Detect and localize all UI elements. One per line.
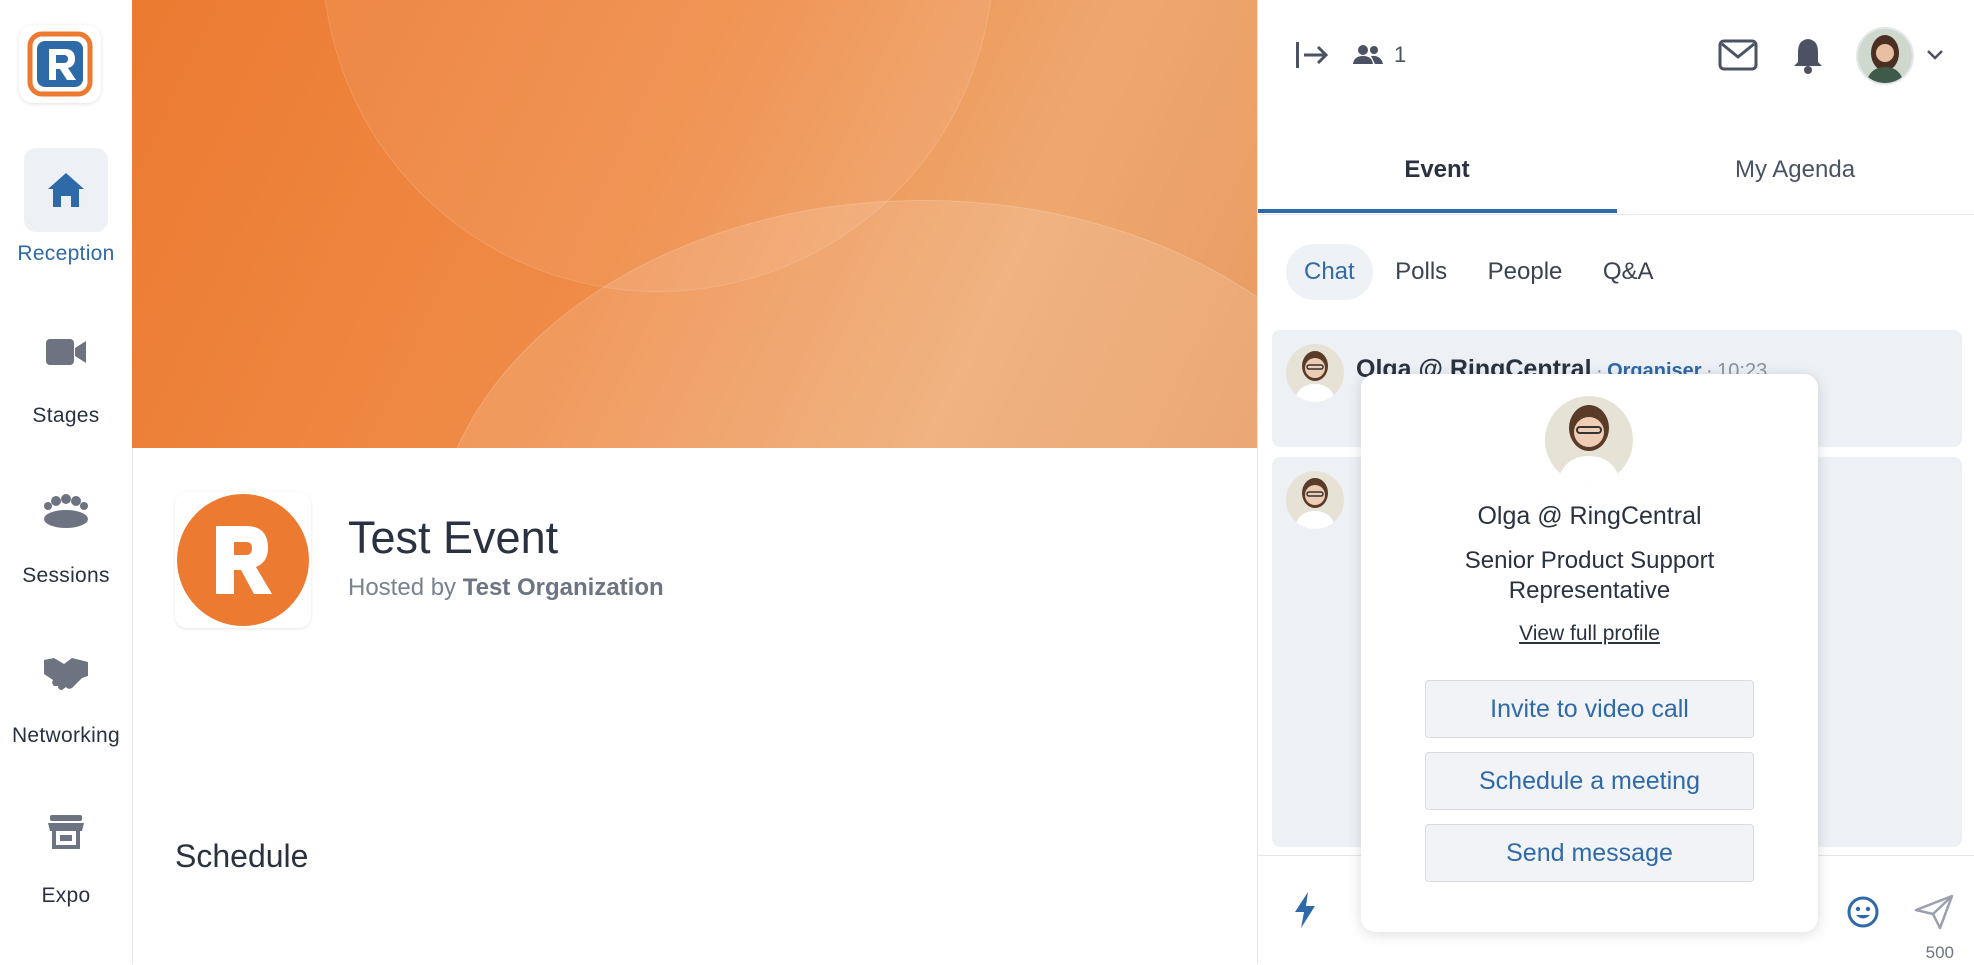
- left-navigation: Reception Stages Sessions Networking Exp…: [0, 0, 133, 964]
- invite-video-call-button[interactable]: Invite to video call: [1425, 680, 1754, 738]
- group-icon: [24, 470, 108, 554]
- send-message-button[interactable]: Send message: [1425, 824, 1754, 882]
- nav-label: Reception: [17, 242, 115, 265]
- schedule-meeting-button[interactable]: Schedule a meeting: [1425, 752, 1754, 810]
- tab-qa[interactable]: Q&A: [1585, 244, 1672, 300]
- user-avatar[interactable]: [1856, 27, 1914, 85]
- tab-my-agenda[interactable]: My Agenda: [1616, 140, 1974, 214]
- nav-item-networking[interactable]: Networking: [0, 630, 132, 748]
- nav-item-reception[interactable]: Reception: [0, 148, 132, 266]
- lightning-icon[interactable]: [1292, 890, 1318, 935]
- send-icon[interactable]: [1914, 894, 1954, 935]
- nav-label: Expo: [41, 884, 91, 907]
- nav-item-stages[interactable]: Stages: [0, 310, 132, 428]
- notifications-bell-icon[interactable]: [1792, 36, 1824, 79]
- hosted-prefix: Hosted by: [348, 574, 457, 601]
- attendee-count: 1: [1394, 42, 1407, 67]
- event-title: Test Event: [348, 512, 559, 563]
- schedule-heading: Schedule: [175, 838, 309, 874]
- mail-icon[interactable]: [1718, 38, 1758, 77]
- profile-avatar: [1545, 396, 1633, 484]
- video-camera-icon: [24, 310, 108, 394]
- home-icon: [24, 148, 108, 232]
- organization-logo: [175, 492, 311, 628]
- app-logo[interactable]: [19, 25, 101, 103]
- tab-polls[interactable]: Polls: [1377, 244, 1465, 300]
- nav-item-sessions[interactable]: Sessions: [0, 470, 132, 588]
- sub-tabs: Chat Polls People Q&A: [1286, 244, 1672, 300]
- nav-item-expo[interactable]: Expo: [0, 790, 132, 908]
- profile-name: Olga @ RingCentral: [1477, 502, 1702, 530]
- emoji-icon[interactable]: [1846, 895, 1880, 934]
- message-author-avatar[interactable]: [1286, 344, 1344, 402]
- tab-event[interactable]: Event: [1258, 140, 1616, 214]
- nav-label: Sessions: [22, 564, 110, 587]
- organization-name[interactable]: Test Organization: [463, 574, 664, 601]
- main-tabs: Event My Agenda: [1258, 140, 1974, 215]
- message-author-avatar[interactable]: [1286, 471, 1344, 529]
- nav-label: Stages: [32, 404, 100, 427]
- event-banner: [132, 0, 1257, 448]
- attendees-icon[interactable]: [1353, 44, 1383, 71]
- collapse-panel-icon[interactable]: [1294, 40, 1330, 75]
- profile-job-title: Senior Product Support Representative: [1464, 547, 1715, 604]
- tab-people[interactable]: People: [1470, 244, 1581, 300]
- chevron-down-icon[interactable]: [1926, 48, 1944, 66]
- nav-label: Networking: [11, 724, 121, 747]
- tab-chat[interactable]: Chat: [1286, 244, 1373, 300]
- view-full-profile-link[interactable]: View full profile: [1361, 622, 1818, 646]
- handshake-icon: [24, 630, 108, 714]
- hosted-by: Hosted by Test Organization: [348, 574, 664, 602]
- store-icon: [24, 790, 108, 874]
- character-limit: 500: [1925, 943, 1954, 962]
- active-tab-indicator: [1258, 209, 1617, 213]
- profile-popover: Olga @ RingCentral Senior Product Suppor…: [1361, 374, 1818, 932]
- ringcentral-logo-icon: [27, 31, 93, 97]
